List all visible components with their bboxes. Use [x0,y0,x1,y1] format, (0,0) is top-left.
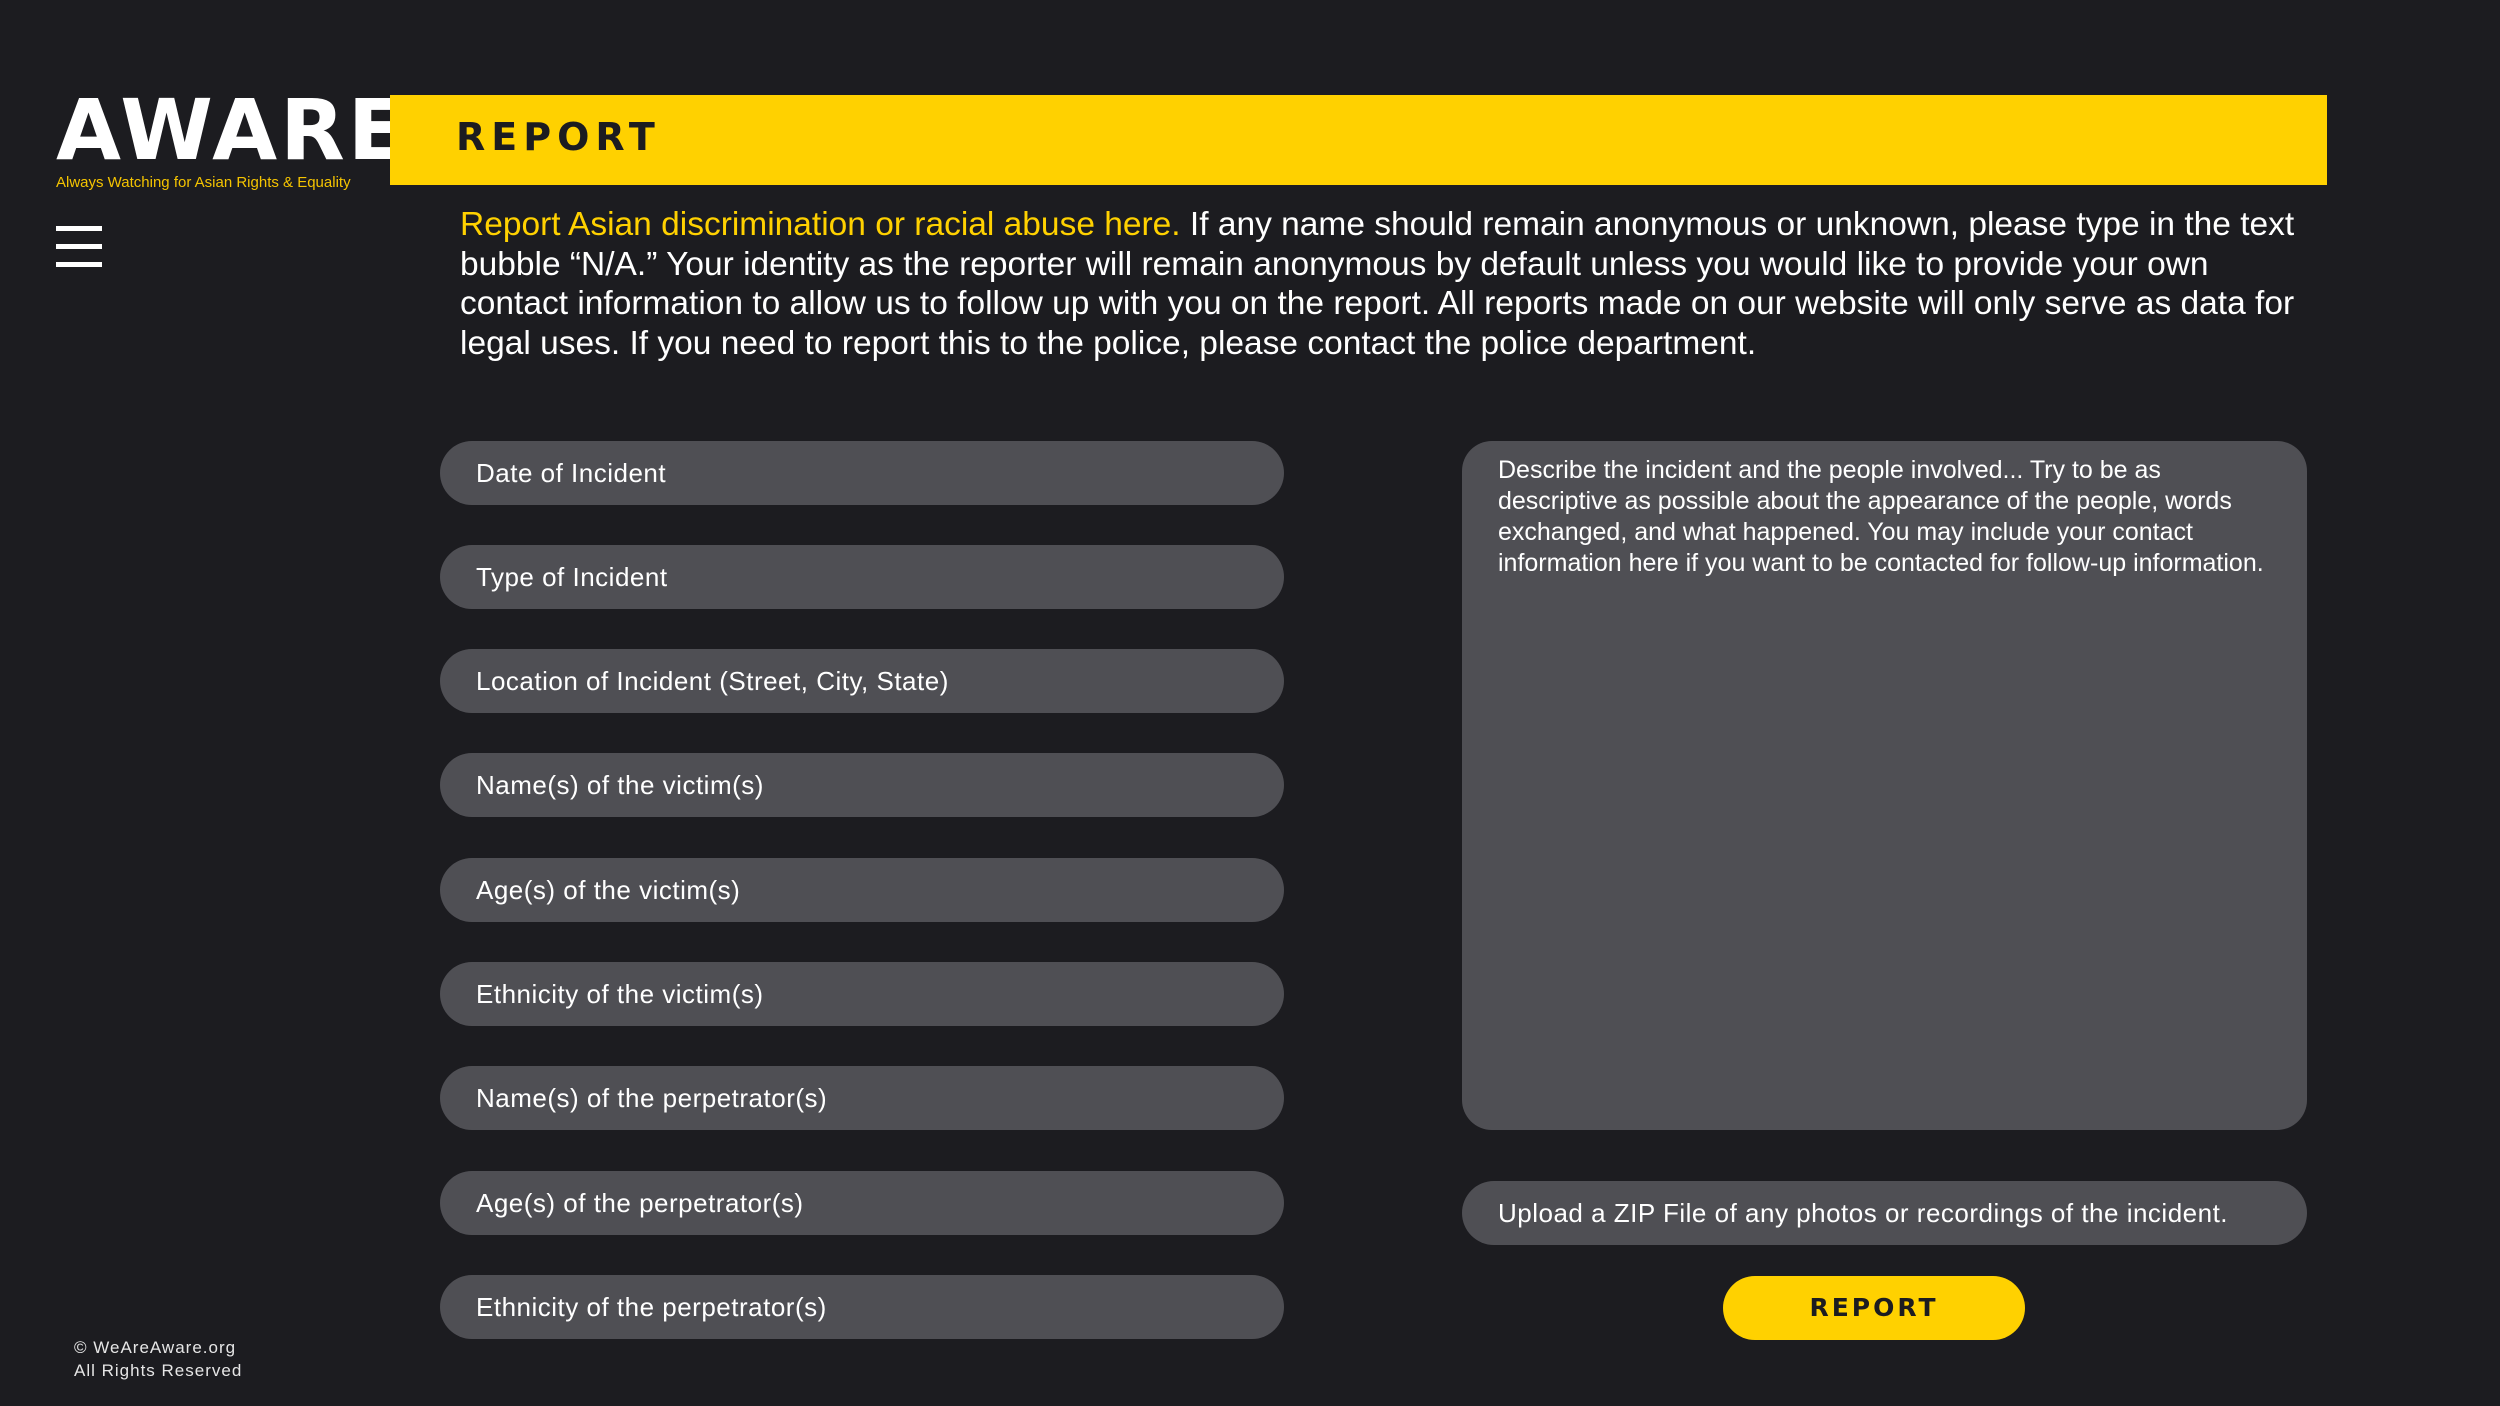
footer: © WeAreAware.org All Rights Reserved [74,1336,242,1382]
victim-ages-input[interactable]: Age(s) of the victim(s) [440,858,1284,922]
footer-rights: All Rights Reserved [74,1361,243,1380]
zip-upload-field[interactable]: Upload a ZIP File of any photos or recor… [1462,1181,2307,1245]
aware-logo[interactable]: AWARE Always Watching for Asian Rights &… [56,88,408,191]
hamburger-icon[interactable] [56,226,102,274]
perpetrator-ages-input[interactable]: Age(s) of the perpetrator(s) [440,1171,1284,1235]
page-banner: REPORT [390,95,2327,185]
report-submit-button[interactable]: REPORT [1723,1276,2025,1340]
victim-names-input[interactable]: Name(s) of the victim(s) [440,753,1284,817]
type-of-incident-input[interactable]: Type of Incident [440,545,1284,609]
intro-highlight: Report Asian discrimination or racial ab… [460,206,1181,243]
perpetrator-names-input[interactable]: Name(s) of the perpetrator(s) [440,1066,1284,1130]
intro-text: Report Asian discrimination or racial ab… [460,205,2310,363]
page-title: REPORT [456,115,661,159]
perpetrator-ethnicity-input[interactable]: Ethnicity of the perpetrator(s) [440,1275,1284,1339]
date-of-incident-input[interactable]: Date of Incident [440,441,1284,505]
footer-copyright: © WeAreAware.org [74,1338,237,1357]
victim-ethnicity-input[interactable]: Ethnicity of the victim(s) [440,962,1284,1026]
location-of-incident-input[interactable]: Location of Incident (Street, City, Stat… [440,649,1284,713]
logo-title: AWARE [56,81,409,179]
incident-description-textarea[interactable]: Describe the incident and the people inv… [1462,441,2307,1130]
